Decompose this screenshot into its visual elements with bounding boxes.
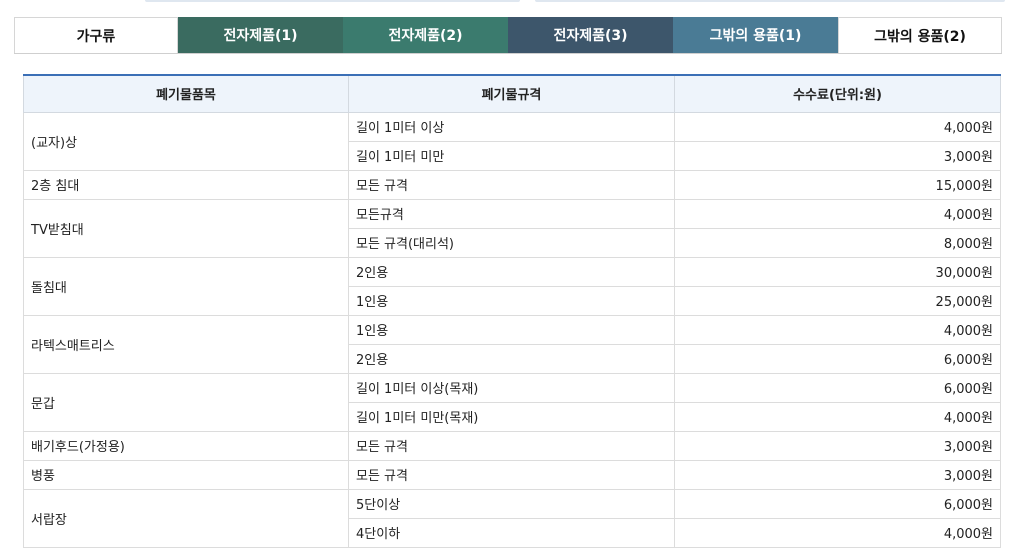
item-fee: 25,000원: [674, 285, 1001, 316]
table-row: 돌침대 2인용 30,000원: [23, 256, 1001, 316]
item-fee: 6,000원: [674, 488, 1001, 519]
item-spec: 모든규격: [348, 198, 675, 229]
item-fee: 6,000원: [674, 343, 1001, 374]
header-item: 폐기물품목: [23, 74, 349, 113]
table-row: 문갑 길이 1미터 이상(목재) 6,000원: [23, 372, 1001, 432]
item-spec: 1인용: [348, 314, 675, 345]
item-spec: 5단이상: [348, 488, 675, 519]
tab-other-goods-1[interactable]: 그밖의 용품(1): [673, 17, 838, 53]
table-row: 서랍장 5단이상 6,000원: [23, 488, 1001, 548]
item-name: 2층 침대: [23, 169, 349, 200]
item-spec: 길이 1미터 이상: [348, 111, 675, 142]
tab-electronics-3[interactable]: 전자제품(3): [508, 17, 673, 53]
header-spec: 폐기물규격: [348, 74, 675, 113]
top-decoration: [0, 0, 1024, 3]
item-fee: 30,000원: [674, 256, 1001, 287]
table-body: (교자)상 길이 1미터 이상 4,000원 길이 1미터 미만 3,000원 …: [23, 111, 1001, 548]
item-fee: 15,000원: [674, 169, 1001, 200]
header-fee: 수수료(단위:원): [674, 74, 1001, 113]
item-name: 문갑: [23, 372, 349, 432]
top-bar-left: [145, 0, 520, 2]
item-spec: 4단이하: [348, 517, 675, 548]
item-spec: 길이 1미터 미만: [348, 140, 675, 171]
item-fee: 8,000원: [674, 227, 1001, 258]
tab-electronics-2[interactable]: 전자제품(2): [343, 17, 508, 53]
table-header-row: 폐기물품목 폐기물규격 수수료(단위:원): [23, 74, 1001, 113]
tab-electronics-1[interactable]: 전자제품(1): [178, 17, 343, 53]
item-name: 라텍스매트리스: [23, 314, 349, 374]
table-row: (교자)상 길이 1미터 이상 4,000원: [23, 111, 1001, 171]
item-fee: 4,000원: [674, 401, 1001, 432]
item-fee: 3,000원: [674, 140, 1001, 171]
item-spec: 길이 1미터 이상(목재): [348, 372, 675, 403]
item-fee: 6,000원: [674, 372, 1001, 403]
item-fee: 4,000원: [674, 198, 1001, 229]
table-row: 라텍스매트리스 1인용 4,000원: [23, 314, 1001, 374]
item-spec: 모든 규격: [348, 169, 675, 200]
tab-furniture[interactable]: 가구류: [14, 17, 178, 53]
item-name: 돌침대: [23, 256, 349, 316]
category-tabs: 가구류 전자제품(1) 전자제품(2) 전자제품(3) 그밖의 용품(1) 그밖…: [14, 17, 1002, 54]
item-name: (교자)상: [23, 111, 349, 171]
item-spec: 모든 규격(대리석): [348, 227, 675, 258]
item-spec: 1인용: [348, 285, 675, 316]
item-spec: 2인용: [348, 343, 675, 374]
item-spec: 모든 규격: [348, 430, 675, 461]
fee-table-container: 폐기물품목 폐기물규격 수수료(단위:원) (교자)상 길이 1미터 이상 4,…: [23, 74, 1001, 548]
top-bar-right: [535, 0, 1005, 2]
item-fee: 4,000원: [674, 517, 1001, 548]
item-spec: 2인용: [348, 256, 675, 287]
item-fee: 3,000원: [674, 459, 1001, 490]
table-row: 배기후드(가정용) 모든 규격 3,000원: [23, 430, 1001, 461]
item-fee: 4,000원: [674, 314, 1001, 345]
item-name: 서랍장: [23, 488, 349, 548]
item-name: TV받침대: [23, 198, 349, 258]
item-spec: 길이 1미터 미만(목재): [348, 401, 675, 432]
table-row: 2층 침대 모든 규격 15,000원: [23, 169, 1001, 200]
table-row: TV받침대 모든규격 4,000원: [23, 198, 1001, 258]
table-row: 병풍 모든 규격 3,000원: [23, 459, 1001, 490]
item-name: 배기후드(가정용): [23, 430, 349, 461]
tab-other-goods-2[interactable]: 그밖의 용품(2): [838, 17, 1002, 53]
item-spec: 모든 규격: [348, 459, 675, 490]
fee-table: 폐기물품목 폐기물규격 수수료(단위:원) (교자)상 길이 1미터 이상 4,…: [23, 74, 1001, 548]
item-fee: 4,000원: [674, 111, 1001, 142]
item-fee: 3,000원: [674, 430, 1001, 461]
item-name: 병풍: [23, 459, 349, 490]
